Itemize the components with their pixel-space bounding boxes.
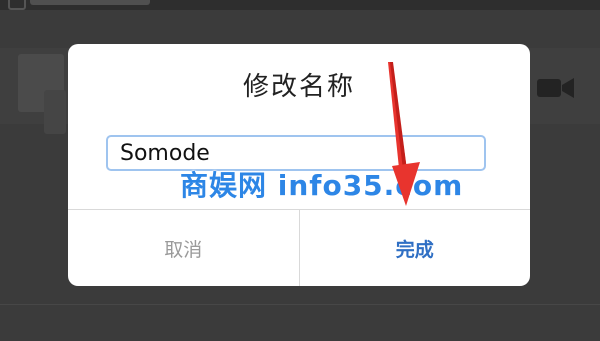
background-topbar-text [30,0,150,5]
dialog-title: 修改名称 [242,72,355,102]
background-topbar-icon [8,0,26,10]
done-button[interactable]: 完成 [300,210,531,286]
dialog-button-row: 取消 完成 [68,209,530,286]
video-camera-icon [537,78,574,98]
cancel-button[interactable]: 取消 [68,210,300,286]
background-divider [0,304,600,305]
background-top-bar [0,0,600,10]
red-pointer-arrow-icon [388,62,420,206]
background-avatar-shadow [44,90,66,134]
